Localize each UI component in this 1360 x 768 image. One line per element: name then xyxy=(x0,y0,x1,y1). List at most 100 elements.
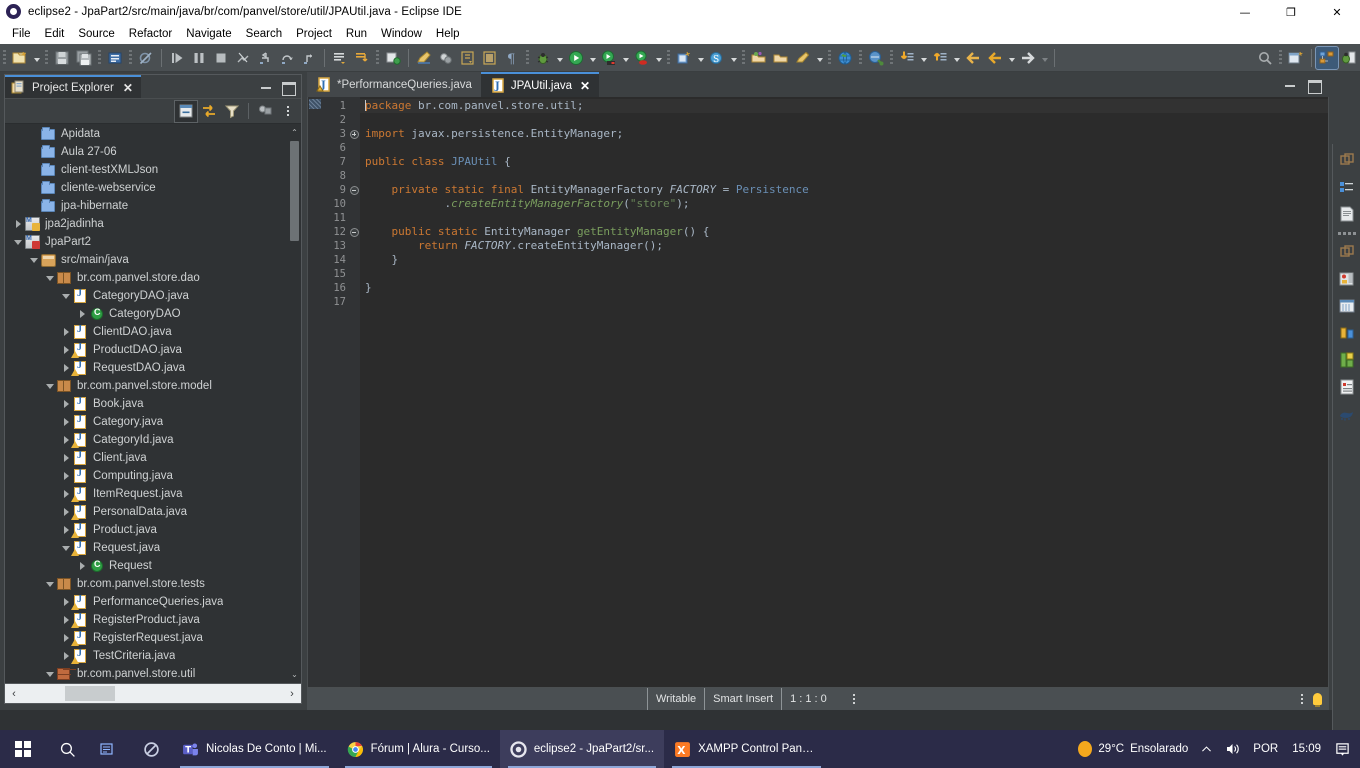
back-icon-2[interactable] xyxy=(984,47,1006,69)
back-icon[interactable] xyxy=(962,47,984,69)
tree-item[interactable]: TestCriteria.java xyxy=(5,647,289,665)
toolbar-grip-9[interactable] xyxy=(828,49,831,66)
maximize-editor-button[interactable] xyxy=(1307,78,1322,94)
notification-icon[interactable] xyxy=(1329,730,1356,768)
open-task-icon[interactable] xyxy=(329,47,351,69)
close-icon[interactable]: ✕ xyxy=(123,81,133,95)
tree-item[interactable]: CategoryDAO xyxy=(5,305,289,323)
tree-item[interactable]: br.com.panvel.store.util xyxy=(5,665,289,681)
tree-item[interactable]: RegisterRequest.java xyxy=(5,629,289,647)
debug-dropdown-arrow[interactable] xyxy=(554,47,565,69)
tree-twisty[interactable] xyxy=(59,413,73,431)
project-tree-vscrollbar[interactable]: ⌃ ⌄ xyxy=(288,125,301,681)
tree-item[interactable]: src/main/java xyxy=(5,251,289,269)
tree-twisty[interactable] xyxy=(43,665,57,681)
previous-annotation-icon[interactable] xyxy=(479,47,501,69)
menu-edit[interactable]: Edit xyxy=(38,27,72,41)
minimize-button[interactable]: — xyxy=(1222,0,1268,24)
lightbulb-icon[interactable] xyxy=(1313,693,1322,707)
code-line[interactable]: public class JPAUtil { xyxy=(360,155,1328,169)
tree-item[interactable]: PerformanceQueries.java xyxy=(5,593,289,611)
search-icon-tool[interactable] xyxy=(792,47,814,69)
tree-item[interactable]: ProductDAO.java xyxy=(5,341,289,359)
previous-edit-arrow[interactable] xyxy=(951,47,962,69)
tree-item[interactable]: Client.java xyxy=(5,449,289,467)
focus-on-active-task-icon[interactable] xyxy=(254,101,276,122)
tree-item[interactable]: br.com.panvel.store.dao xyxy=(5,269,289,287)
toggle-mark-occurrences-icon[interactable] xyxy=(435,47,457,69)
suspend-icon[interactable] xyxy=(188,47,210,69)
tree-item[interactable]: RequestDAO.java xyxy=(5,359,289,377)
tree-twisty[interactable] xyxy=(59,395,73,413)
editor-tab-performancequeries[interactable]: J *PerformanceQueries.java xyxy=(307,72,481,97)
coverage-icon[interactable] xyxy=(598,47,620,69)
toolbar-grip-2[interactable] xyxy=(45,49,48,66)
toolbar-grip-6[interactable] xyxy=(526,49,529,66)
step-over-icon[interactable] xyxy=(276,47,298,69)
toolbar-grip-4[interactable] xyxy=(129,49,132,66)
taskbar-item-teams[interactable]: T Nicolas De Conto | Mi... xyxy=(172,730,337,768)
tree-twisty[interactable] xyxy=(43,575,57,593)
previous-edit-icon[interactable] xyxy=(929,47,951,69)
menu-run[interactable]: Run xyxy=(339,27,374,41)
code-line[interactable] xyxy=(360,211,1328,225)
fold-marker[interactable] xyxy=(348,127,360,141)
tree-item[interactable]: ItemRequest.java xyxy=(5,485,289,503)
editor-code-area[interactable]: package br.com.panvel.store.util; import… xyxy=(360,97,1328,687)
minimize-editor-button[interactable] xyxy=(1283,78,1297,92)
code-line[interactable]: import javax.persistence.EntityManager; xyxy=(360,127,1328,141)
tree-item[interactable]: Product.java xyxy=(5,521,289,539)
toolbar-grip-10[interactable] xyxy=(859,49,862,66)
code-line[interactable]: private static final EntityManagerFactor… xyxy=(360,183,1328,197)
tree-item[interactable]: jpa2jadinha xyxy=(5,215,289,233)
hscroll-track[interactable] xyxy=(23,684,283,704)
task-list-icon[interactable] xyxy=(1335,202,1359,226)
tree-item[interactable]: cliente-webservice xyxy=(5,179,289,197)
debug-perspective-icon[interactable] xyxy=(1338,47,1360,69)
start-button[interactable] xyxy=(0,730,46,768)
debug-icon[interactable] xyxy=(532,47,554,69)
tree-twisty[interactable] xyxy=(75,305,89,323)
tree-twisty[interactable] xyxy=(59,287,73,305)
save-all-icon[interactable] xyxy=(73,47,95,69)
tray-expand-chevron[interactable] xyxy=(1194,730,1219,768)
toolbar-grip-12[interactable] xyxy=(1279,49,1282,66)
terminate-icon[interactable] xyxy=(210,47,232,69)
collapse-all-icon[interactable] xyxy=(174,99,198,123)
menu-project[interactable]: Project xyxy=(289,27,339,41)
tree-item[interactable]: PersonalData.java xyxy=(5,503,289,521)
new-dropdown-arrow[interactable] xyxy=(31,47,42,69)
coverage-dropdown-arrow[interactable] xyxy=(620,47,631,69)
servers-view-icon[interactable] xyxy=(1335,294,1359,318)
tree-twisty[interactable] xyxy=(59,449,73,467)
close-button[interactable]: ✕ xyxy=(1314,0,1360,24)
tree-item[interactable]: Apidata xyxy=(5,125,289,143)
tree-twisty[interactable] xyxy=(59,467,73,485)
tree-item[interactable]: br.com.panvel.store.model xyxy=(5,377,289,395)
taskbar-item-eclipse[interactable]: eclipse2 - JpaPart2/sr... xyxy=(499,730,665,768)
menu-help[interactable]: Help xyxy=(429,27,467,41)
view-menu-icon[interactable] xyxy=(277,101,299,122)
new-window-icon[interactable] xyxy=(1285,47,1307,69)
scroll-right-arrow[interactable]: › xyxy=(283,688,301,700)
editor-tab-jpautil[interactable]: J JPAUtil.java ✕ xyxy=(480,72,600,97)
menu-source[interactable]: Source xyxy=(71,27,121,41)
pilcrow-icon[interactable]: ¶ xyxy=(501,47,523,69)
tree-twisty[interactable] xyxy=(75,557,89,575)
outline-view-icon[interactable] xyxy=(1335,175,1359,199)
maximize-view-button[interactable] xyxy=(281,80,296,96)
tree-item[interactable]: Category.java xyxy=(5,413,289,431)
properties-view-icon[interactable] xyxy=(1335,375,1359,399)
minimize-view-button[interactable] xyxy=(259,80,273,94)
tree-twisty[interactable] xyxy=(43,377,57,395)
toolbar-grip-3[interactable] xyxy=(98,49,101,66)
fold-marker[interactable] xyxy=(348,183,360,197)
search-icon[interactable] xyxy=(46,730,88,768)
tree-item[interactable]: Aula 27-06 xyxy=(5,143,289,161)
scroll-down-arrow[interactable]: ⌄ xyxy=(288,667,301,681)
new-java-class-icon[interactable] xyxy=(104,47,126,69)
toolbar-grip-7[interactable] xyxy=(667,49,670,66)
tab-project-explorer[interactable]: Project Explorer ✕ xyxy=(5,75,141,98)
disconnect-icon[interactable] xyxy=(232,47,254,69)
weather-widget[interactable]: 29°C Ensolarado xyxy=(1072,730,1194,768)
